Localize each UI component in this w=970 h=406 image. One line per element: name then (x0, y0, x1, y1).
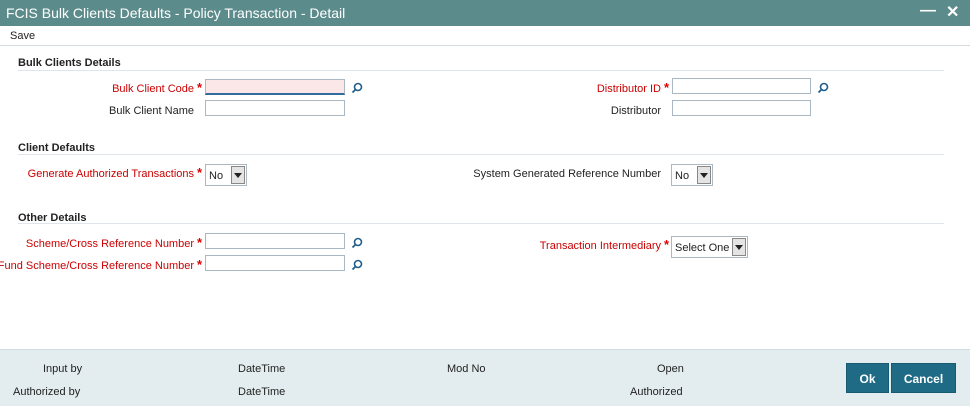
bulk-client-name-input[interactable] (205, 100, 345, 116)
transaction-intermediary-label: Transaction Intermediary (539, 240, 661, 252)
required-marker: * (197, 80, 203, 95)
save-button[interactable]: Save (10, 30, 35, 42)
generate-authorized-transactions-select[interactable]: No (205, 164, 247, 186)
bulk-client-name-label: Bulk Client Name (109, 105, 194, 117)
select-value: Select One (675, 242, 730, 254)
required-marker: * (664, 237, 670, 252)
minimize-icon[interactable]: — (920, 2, 936, 20)
bulk-client-code-input[interactable] (205, 79, 345, 95)
window-titlebar: FCIS Bulk Clients Defaults - Policy Tran… (0, 0, 970, 26)
window-title: FCIS Bulk Clients Defaults - Policy Tran… (6, 5, 346, 21)
authorized-by-label: Authorized by (13, 386, 81, 398)
required-marker: * (197, 235, 203, 250)
transaction-intermediary-select[interactable]: Select One (671, 236, 748, 258)
bulk-client-code-label: Bulk Client Code (112, 83, 194, 95)
search-icon[interactable] (817, 82, 829, 94)
mod-no-label: Mod No (447, 363, 486, 375)
search-icon[interactable] (351, 82, 363, 94)
required-marker: * (197, 165, 203, 180)
generate-authorized-transactions-label: Generate Authorized Transactions (27, 168, 194, 180)
scheme-cross-reference-number-label: Scheme/Cross Reference Number (25, 238, 194, 250)
chevron-down-icon[interactable] (231, 166, 245, 184)
distributor-input[interactable] (672, 100, 811, 116)
search-icon[interactable] (351, 259, 363, 271)
datetime-label: DateTime (238, 363, 286, 375)
system-generated-reference-number-select[interactable]: No (671, 164, 713, 186)
chevron-down-icon[interactable] (697, 166, 711, 184)
distributor-label: Distributor (610, 105, 661, 117)
close-icon[interactable]: ✕ (946, 2, 959, 22)
search-icon[interactable] (351, 237, 363, 249)
system-generated-reference-number-label: System Generated Reference Number (473, 168, 661, 180)
open-label: Open (657, 363, 684, 375)
distributor-id-input[interactable] (672, 78, 811, 94)
section-heading-bulk-clients-details: Bulk Clients Details (18, 57, 121, 69)
datetime-label: DateTime (238, 386, 286, 398)
required-marker: * (664, 80, 670, 95)
fund-scheme-cross-reference-number-label: Fund Scheme/Cross Reference Number (0, 260, 194, 272)
authorized-label: Authorized (630, 386, 683, 398)
distributor-id-label: Distributor ID (596, 83, 661, 95)
input-by-label: Input by (43, 363, 83, 375)
menu-bar: Save (0, 26, 970, 46)
chevron-down-icon[interactable] (732, 238, 746, 256)
ok-button[interactable]: Ok (846, 363, 889, 393)
audit-footer: Input by DateTime Mod No Open Authorized… (0, 349, 970, 406)
fund-scheme-cross-reference-number-input[interactable] (205, 255, 345, 271)
required-marker: * (197, 257, 203, 272)
select-value: No (675, 170, 690, 182)
section-divider (18, 70, 944, 71)
section-divider (18, 223, 944, 224)
scheme-cross-reference-number-input[interactable] (205, 233, 345, 249)
section-heading-client-defaults: Client Defaults (18, 142, 96, 154)
cancel-button[interactable]: Cancel (891, 363, 956, 393)
select-value: No (209, 170, 224, 182)
section-divider (18, 154, 944, 155)
